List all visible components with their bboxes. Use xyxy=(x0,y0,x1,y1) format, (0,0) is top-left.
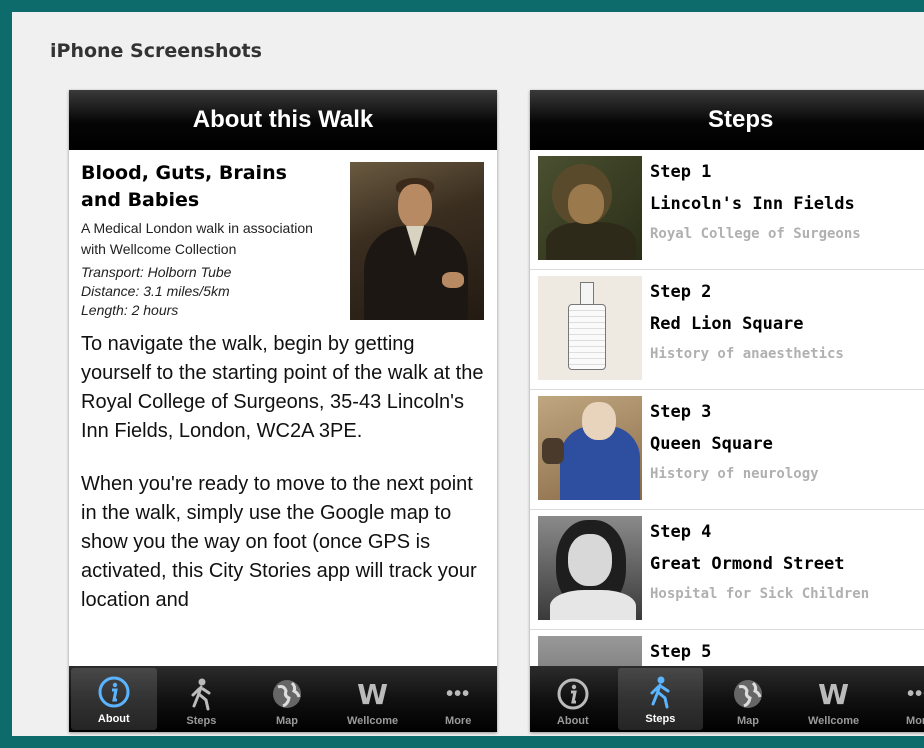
step-row-5[interactable]: Step 5 xyxy=(530,630,924,666)
intro-paragraph: To navigate the walk, begin by getting y… xyxy=(81,333,484,442)
step-row-1[interactable]: Step 1 Lincoln's Inn Fields Royal Colleg… xyxy=(530,150,924,270)
wellcome-w-icon: W xyxy=(818,677,850,711)
step-number: Step 1 xyxy=(650,162,712,182)
steps-tab-bar: About Steps Map W Wellcome •• Mo xyxy=(530,666,924,732)
tab-steps-label: Steps xyxy=(645,713,676,725)
steps-list[interactable]: Step 1 Lincoln's Inn Fields Royal Colleg… xyxy=(530,150,924,666)
tab-wellcome[interactable]: W Wellcome xyxy=(330,666,416,732)
more-dots-icon: ••• xyxy=(907,682,924,705)
page-title: iPhone Screenshots xyxy=(50,40,262,62)
tab-more[interactable]: ••• More xyxy=(415,666,497,732)
tab-map[interactable]: Map xyxy=(705,666,791,732)
step-number: Step 4 xyxy=(650,522,712,542)
steps-phone-screen: Steps Step 1 Lincoln's Inn Fields Royal … xyxy=(530,90,924,732)
walk-portrait-image xyxy=(350,162,484,320)
tab-steps[interactable]: Steps xyxy=(159,666,245,732)
about-phone-screen: About this Walk Blood, Guts, Brains and … xyxy=(69,90,497,732)
tab-about-label: About xyxy=(97,713,130,725)
step-description: History of neurology xyxy=(650,466,819,482)
globe-icon xyxy=(268,675,306,713)
step-1-thumbnail xyxy=(538,156,642,260)
tab-about[interactable]: About xyxy=(71,668,157,730)
about-tab-bar: About Steps Map W Wellcome ••• More xyxy=(69,666,497,732)
tab-map-label: Map xyxy=(275,715,298,727)
tab-more-label: More xyxy=(906,715,924,727)
step-2-thumbnail xyxy=(538,276,642,380)
info-icon xyxy=(95,673,133,711)
step-name: Great Ormond Street xyxy=(650,554,845,574)
walk-title: Blood, Guts, Brains and Babies xyxy=(81,162,287,211)
about-nav-title: About this Walk xyxy=(192,106,374,133)
step-row-4[interactable]: Step 4 Great Ormond Street Hospital for … xyxy=(530,510,924,630)
walker-icon xyxy=(641,673,679,711)
step-row-3[interactable]: Step 3 Queen Square History of neurology… xyxy=(530,390,924,510)
tab-map-label: Map xyxy=(736,715,759,727)
tab-wellcome-label: Wellcome xyxy=(808,715,860,727)
more-dots-icon: ••• xyxy=(446,682,471,705)
tab-more[interactable]: ••• More xyxy=(876,666,924,732)
step-3-thumbnail xyxy=(538,396,642,500)
step-row-2[interactable]: Step 2 Red Lion Square History of anaest… xyxy=(530,270,924,390)
tab-steps-label: Steps xyxy=(186,715,217,727)
step-name: Red Lion Square xyxy=(650,314,804,334)
walker-icon xyxy=(182,675,220,713)
steps-navbar: Steps xyxy=(530,90,924,150)
tab-wellcome-label: Wellcome xyxy=(347,715,399,727)
steps-nav-title: Steps xyxy=(708,106,774,133)
tab-about-label: About xyxy=(556,715,589,727)
tab-map[interactable]: Map xyxy=(244,666,330,732)
step-number: Step 2 xyxy=(650,282,712,302)
screenshots-frame: iPhone Screenshots About this Walk Blood… xyxy=(0,0,924,748)
info-icon xyxy=(554,675,592,713)
globe-icon xyxy=(729,675,767,713)
about-content[interactable]: Blood, Guts, Brains and Babies A Medical… xyxy=(69,150,497,666)
step-description: History of anaesthetics xyxy=(650,346,844,362)
step-name: Queen Square xyxy=(650,434,773,454)
tab-about[interactable]: About xyxy=(530,666,616,732)
step-description: Hospital for Sick Children xyxy=(650,586,870,602)
navigation-paragraph: When you're ready to move to the next po… xyxy=(81,473,477,611)
walk-subtitle: A Medical London walk in association wit… xyxy=(81,220,313,257)
tab-steps[interactable]: Steps xyxy=(617,668,704,730)
wellcome-w-icon: W xyxy=(357,677,389,711)
step-5-thumbnail xyxy=(538,636,642,666)
step-number: Step 5 xyxy=(650,642,712,662)
tab-wellcome[interactable]: W Wellcome xyxy=(791,666,877,732)
tab-more-label: More xyxy=(445,715,472,727)
step-name: Lincoln's Inn Fields xyxy=(650,194,855,214)
step-number: Step 3 xyxy=(650,402,712,422)
step-4-thumbnail xyxy=(538,516,642,620)
step-description: Royal College of Surgeons xyxy=(650,226,861,242)
about-navbar: About this Walk xyxy=(69,90,497,150)
